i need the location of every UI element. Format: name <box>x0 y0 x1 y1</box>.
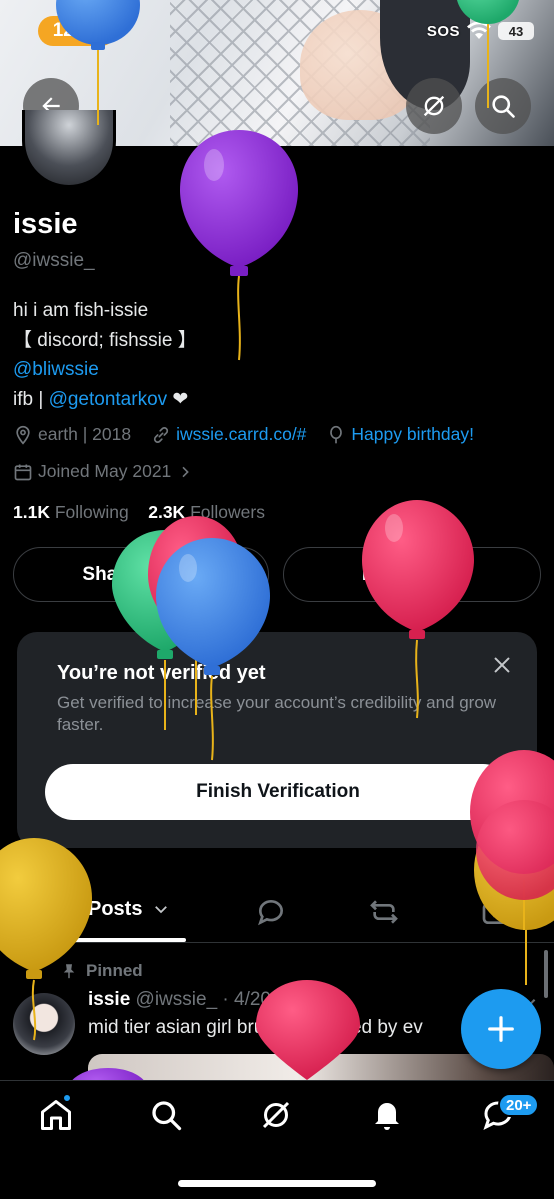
tab-posts[interactable]: Posts <box>48 894 170 924</box>
following-label: Following <box>54 502 129 522</box>
calendar-icon <box>14 464 32 480</box>
close-icon[interactable] <box>491 654 513 676</box>
search-icon <box>492 95 515 118</box>
post-avatar[interactable] <box>13 993 75 1055</box>
wifi-icon <box>467 22 491 39</box>
followers-count: 2.3K <box>148 502 186 522</box>
finish-verification-button[interactable]: Finish Verification <box>45 764 511 820</box>
search-button[interactable] <box>475 78 531 134</box>
profile-tabs: Posts <box>0 880 554 942</box>
pinned-label: Pinned <box>86 961 143 980</box>
followers-label: Followers <box>190 502 265 522</box>
verification-text: Get verified to increase your account’s … <box>57 693 497 734</box>
bio-mention-link[interactable]: @getontarkov <box>49 389 168 410</box>
status-icons: SOS 43 <box>427 22 534 40</box>
profile-meta-row: earth | 2018 iwssie.carrd.co/# Happy bir… <box>13 424 474 445</box>
link-icon <box>154 426 169 443</box>
media-tab-icon[interactable] <box>480 896 512 928</box>
home-notification-dot <box>62 1093 72 1103</box>
post-header: issie @iwssie_ · 4/20/26 <box>88 989 297 1011</box>
post-text: mid tier asian girl brutally mogged by e… <box>88 1017 423 1038</box>
notifications-icon[interactable] <box>369 1097 405 1133</box>
bio-line: hi i am fish-issie <box>13 300 149 321</box>
verification-title: You’re not verified yet <box>57 662 266 684</box>
balloon-purple <box>180 130 298 361</box>
website-link[interactable]: iwssie.carrd.co/# <box>176 424 306 445</box>
birthday-link[interactable]: Happy birthday! <box>351 424 474 445</box>
sos-label: SOS <box>426 22 460 40</box>
status-time: 12:02 <box>38 16 116 46</box>
messages-badge: 20+ <box>498 1093 540 1117</box>
balloon-icon <box>330 425 343 443</box>
share-profile-button[interactable]: Share Profile <box>13 547 269 602</box>
pin-icon <box>63 964 75 979</box>
joined-text: Joined May 2021 <box>38 461 172 481</box>
profile-avatar[interactable] <box>22 110 116 188</box>
bio-prefix: ifb | <box>13 388 49 410</box>
tab-posts-label: Posts <box>88 897 143 920</box>
heart-emoji: ❤ <box>172 388 189 410</box>
compose-button[interactable] <box>461 989 541 1069</box>
post-author[interactable]: issie <box>88 989 130 1010</box>
profile-name: issie <box>13 208 78 240</box>
reposts-tab-icon[interactable] <box>368 896 400 928</box>
chevron-right-icon <box>182 466 190 477</box>
bio-line: 【 discord; fishssie 】 <box>13 329 197 351</box>
followers-link[interactable]: 2.3K Followers <box>148 502 265 522</box>
following-link[interactable]: 1.1K Following <box>13 502 129 522</box>
location-icon <box>16 425 30 445</box>
follow-counts: 1.1K Following 2.3K Followers <box>13 502 265 523</box>
grok-icon <box>423 95 445 117</box>
tabs-divider <box>0 942 554 943</box>
profile-bio: hi i am fish-issie 【 discord; fishssie 】… <box>13 296 197 414</box>
profile-handle: @iwssie_ <box>13 250 95 271</box>
edit-profile-button[interactable]: Edit Profile <box>283 547 541 602</box>
verification-card: You’re not verified yet Get verified to … <box>17 632 537 848</box>
grok-nav-icon[interactable] <box>258 1097 294 1133</box>
grok-button[interactable] <box>406 78 462 134</box>
posts-icon <box>50 899 76 919</box>
joined-row[interactable]: Joined May 2021 <box>13 461 193 482</box>
home-indicator <box>178 1180 376 1187</box>
location-text: earth | 2018 <box>38 424 132 444</box>
plus-icon <box>488 1016 514 1042</box>
search-nav-icon[interactable] <box>148 1097 184 1133</box>
pinned-label-row: Pinned <box>60 961 143 981</box>
battery-indicator: 43 <box>498 22 534 40</box>
bio-mention-link[interactable]: @bliwssie <box>13 359 99 380</box>
scrollbar[interactable] <box>544 950 548 998</box>
following-count: 1.1K <box>13 502 50 522</box>
post-meta: @iwssie_ · 4/20/26 <box>135 989 298 1010</box>
chevron-down-icon <box>155 906 168 914</box>
replies-tab-icon[interactable] <box>255 896 287 928</box>
